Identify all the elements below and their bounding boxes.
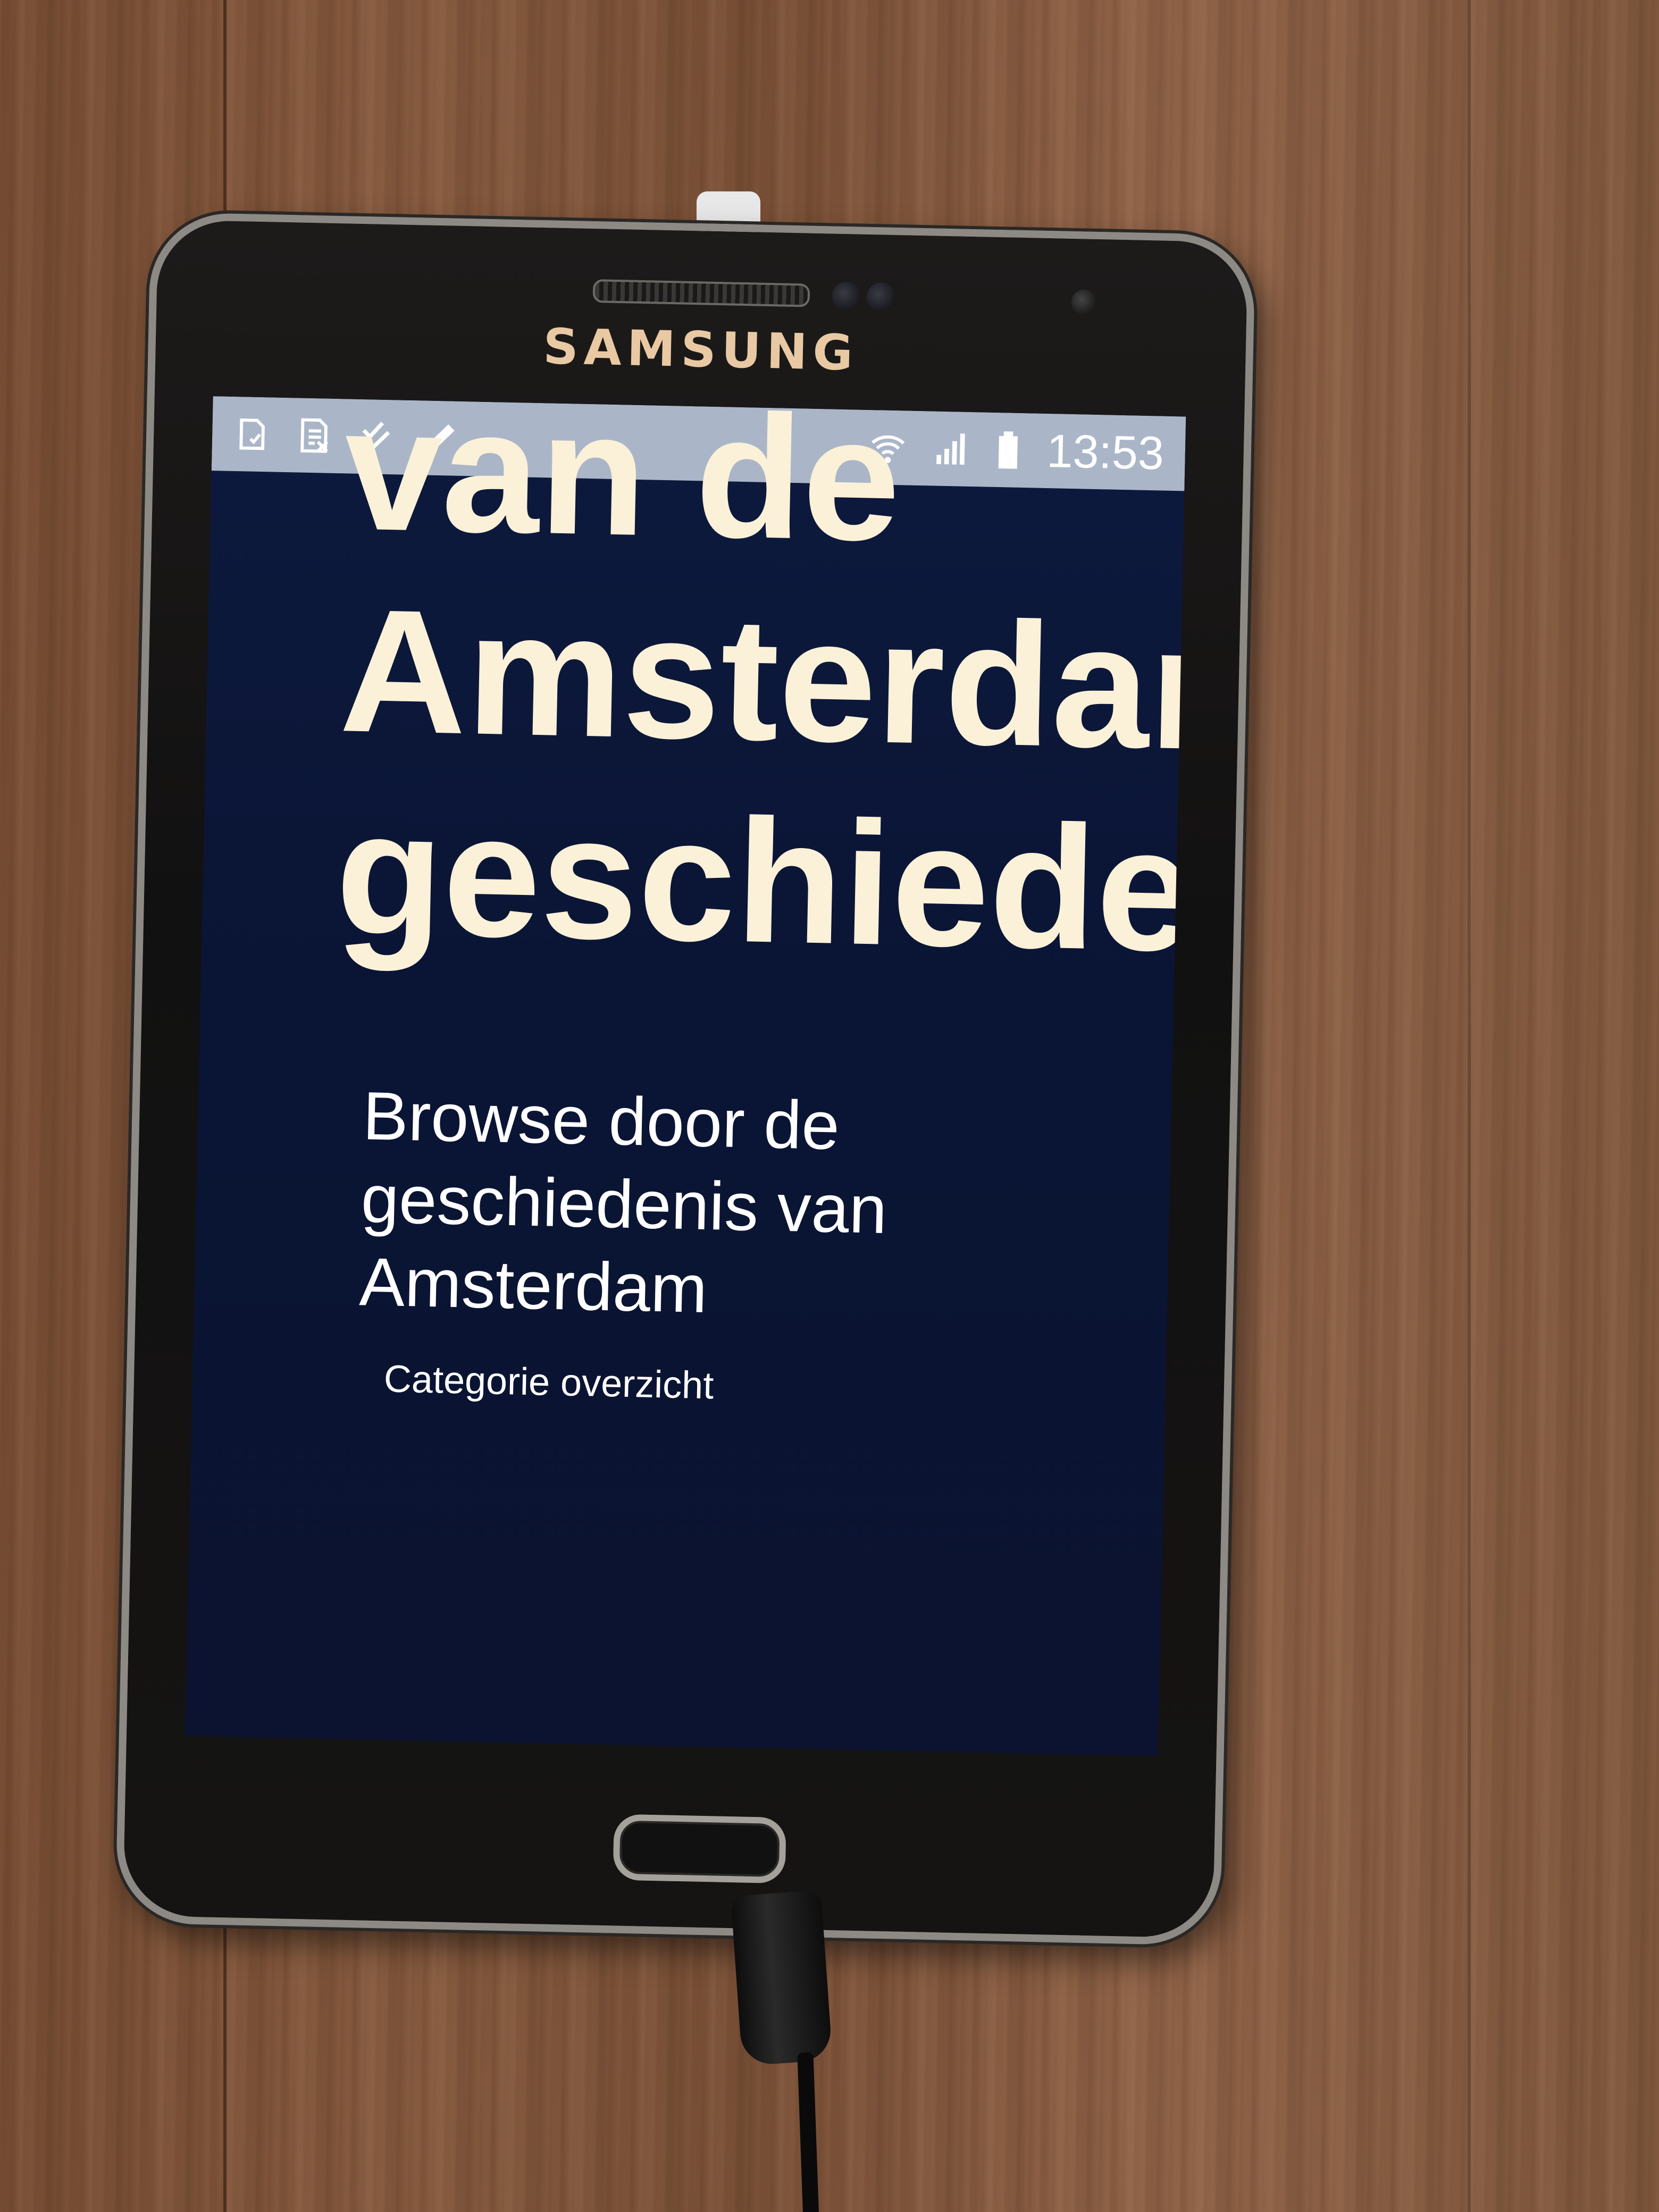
light-sensor xyxy=(866,282,896,312)
app-content: van de Amsterdam geschieden Browse door … xyxy=(318,396,1186,1756)
wood-grain-line xyxy=(1468,0,1471,2212)
front-camera xyxy=(1071,289,1097,315)
page-title: van de Amsterdam geschieden xyxy=(334,396,1186,998)
brand-logo: SAMSUNG xyxy=(542,318,859,382)
usb-cable-plug xyxy=(731,1890,833,2066)
sd-card-icon xyxy=(233,415,271,453)
home-button[interactable] xyxy=(613,1814,786,1884)
usb-cable xyxy=(797,2052,819,2212)
page-title-line: Amsterdam xyxy=(338,572,1186,789)
page-title-line: van de xyxy=(342,396,902,578)
page-subtitle-line: Amsterdam xyxy=(358,1244,708,1327)
page-subtitle-line: Browse door de xyxy=(362,1078,841,1164)
earpiece-speaker xyxy=(592,279,810,307)
page-subtitle-line: geschiedenis van xyxy=(360,1161,888,1248)
phone-screen: 13:53 van de Amsterdam geschieden Browse… xyxy=(185,396,1186,1756)
proximity-sensor xyxy=(832,281,861,311)
excel-file-icon xyxy=(296,416,333,454)
page-title-line: geschieden xyxy=(334,774,1186,991)
category-overview-link[interactable]: Categorie overzicht xyxy=(383,1357,714,1407)
page-subtitle: Browse door de geschiedenis van Amsterda… xyxy=(358,1075,1108,1339)
phone-device: SAMSUNG 13:53 van de Amsterdam geschiede… xyxy=(115,212,1256,1946)
